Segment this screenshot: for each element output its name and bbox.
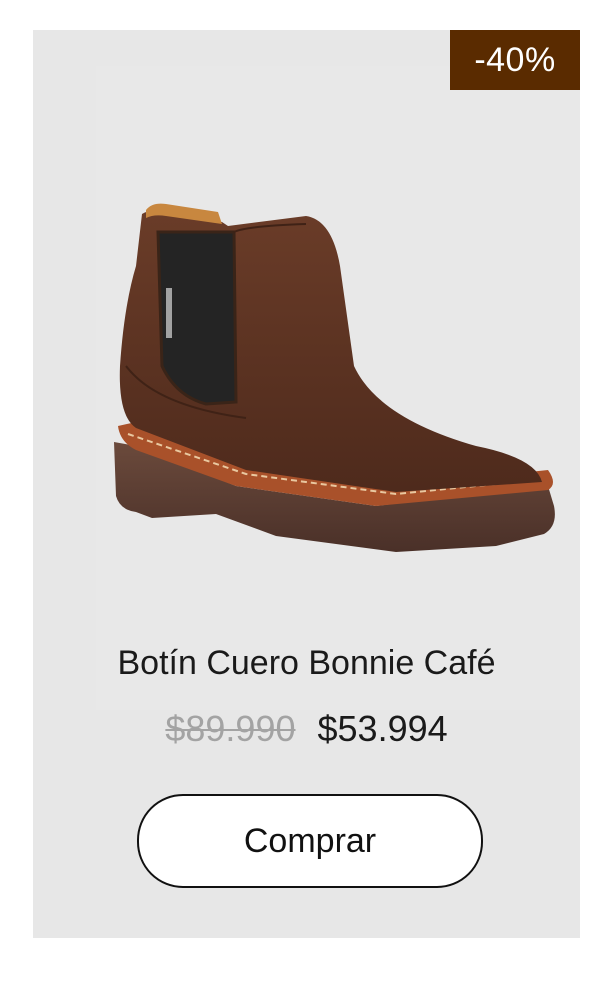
boot-illustration <box>114 203 555 552</box>
discount-badge: -40% <box>450 30 580 90</box>
product-image[interactable] <box>96 66 580 710</box>
product-name[interactable]: Botín Cuero Bonnie Café <box>33 644 580 683</box>
price-row: $89.990 $53.994 <box>33 708 580 750</box>
original-price: $89.990 <box>165 708 296 749</box>
sale-price: $53.994 <box>317 708 448 749</box>
buy-button[interactable]: Comprar <box>137 794 483 888</box>
